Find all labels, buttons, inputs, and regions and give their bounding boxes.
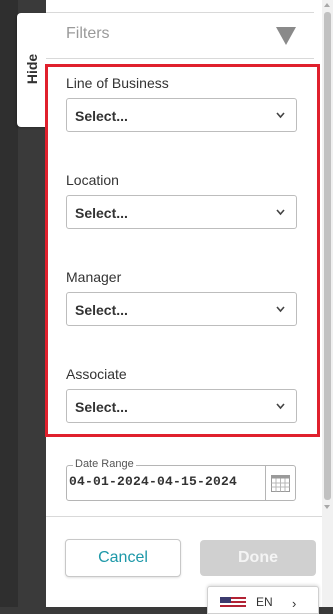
cancel-button[interactable]: Cancel [65,539,181,577]
us-flag-icon [220,597,246,609]
line-of-business-label: Line of Business [66,75,169,91]
date-range-value: 04-01-2024-04-15-2024 [69,474,238,489]
chevron-down-icon [276,209,285,216]
filters-header: Filters [46,12,314,59]
manager-select[interactable]: Select... [66,292,297,326]
footer-divider [46,516,322,517]
associate-label: Associate [66,366,127,382]
associate-select[interactable]: Select... [66,389,297,423]
calendar-icon [271,475,290,492]
manager-label: Manager [66,269,122,285]
manager-value: Select... [75,302,128,318]
scroll-down-arrow-icon[interactable] [324,505,330,509]
hide-tab-label: Hide [24,53,40,85]
associate-value: Select... [75,399,128,415]
date-range-field[interactable]: Date Range 04-01-2024-04-15-2024 [66,458,296,501]
funnel-icon[interactable] [276,27,296,45]
location-select[interactable]: Select... [66,195,297,229]
scrollbar-thumb[interactable] [324,12,331,500]
chevron-right-icon: › [292,596,297,611]
page-backdrop [0,0,18,607]
language-selector[interactable]: EN › [207,586,319,614]
date-range-label: Date Range [73,458,136,470]
done-button[interactable]: Done [200,540,316,576]
chevron-down-icon [276,112,285,119]
chevron-down-icon [276,403,285,410]
calendar-button[interactable] [265,466,295,500]
location-label: Location [66,172,119,188]
panel-title: Filters [66,25,110,42]
line-of-business-select[interactable]: Select... [66,98,297,132]
location-value: Select... [75,205,128,221]
line-of-business-value: Select... [75,108,128,124]
scroll-up-arrow-icon[interactable] [324,3,330,7]
hide-panel-tab[interactable]: Hide [17,13,47,127]
chevron-down-icon [276,306,285,313]
